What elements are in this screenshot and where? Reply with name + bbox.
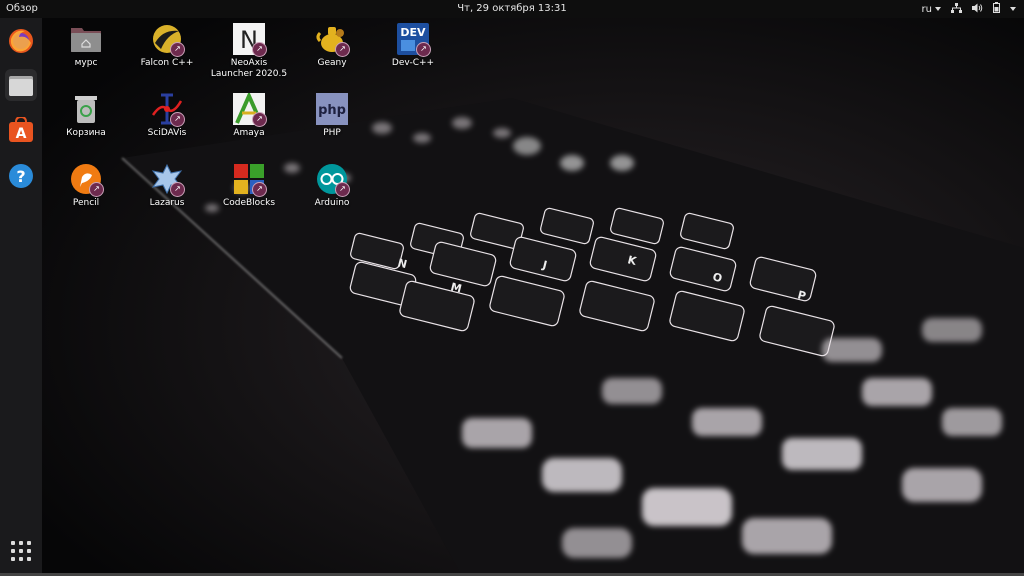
desktop-icon-label: Amaya	[233, 128, 265, 138]
desktop-icon-label: NeoAxis Launcher 2020.5	[210, 58, 288, 79]
chevron-down-icon	[935, 7, 941, 11]
desktop-icon-label: PHP	[323, 128, 341, 138]
clock[interactable]: Чт, 29 октября 13:31	[0, 3, 1024, 14]
desktop-icon-label: CodeBlocks	[222, 198, 276, 208]
volume-icon[interactable]	[972, 3, 983, 16]
svg-text:A: A	[16, 126, 27, 142]
files-icon[interactable]	[5, 69, 37, 101]
link-arrow-icon: ↗	[170, 182, 185, 197]
desktop-icon-label: Geany	[317, 58, 347, 68]
desktop-icon-label: мурс	[74, 58, 98, 68]
help-icon[interactable]: ?	[5, 160, 37, 192]
neoaxis-icon: N ↗	[232, 22, 267, 57]
show-applications-button[interactable]	[11, 541, 31, 561]
desktop-icon-arduino[interactable]: ↗ Arduino	[293, 162, 371, 209]
codeblocks-icon: ↗	[232, 162, 267, 197]
lazarus-icon: ↗	[150, 162, 185, 197]
link-arrow-icon: ↗	[335, 182, 350, 197]
scidavis-icon: ↗	[150, 92, 185, 127]
trash-icon	[69, 92, 103, 126]
desktop-icon-home[interactable]: мурс	[47, 22, 125, 69]
desktop-icon-scidavis[interactable]: ↗ SciDAVis	[128, 92, 206, 139]
keyboard-layout[interactable]: ru	[922, 4, 941, 15]
php-icon-text: php	[318, 103, 346, 118]
dock: A ?	[0, 18, 42, 576]
network-icon[interactable]	[951, 2, 962, 16]
geany-icon: ↗	[315, 22, 350, 57]
battery-icon[interactable]	[993, 2, 1000, 16]
desktop-icon-devcpp[interactable]: DEV ↗ Dev-C++	[374, 22, 452, 69]
keyboard-layout-label: ru	[921, 3, 932, 15]
desktop-icon-falcon[interactable]: ↗ Falcon C++	[128, 22, 206, 69]
link-arrow-icon: ↗	[89, 182, 104, 197]
top-bar: Обзор Чт, 29 октября 13:31 ru	[0, 0, 1024, 18]
desktop-icon-amaya[interactable]: ↗ Amaya	[210, 92, 288, 139]
desktop-icon-trash[interactable]: Корзина	[47, 92, 125, 139]
desktop-icon-geany[interactable]: ↗ Geany	[293, 22, 371, 69]
system-menu-chevron-icon[interactable]	[1010, 7, 1016, 11]
link-arrow-icon: ↗	[252, 42, 267, 57]
amaya-icon: ↗	[232, 92, 267, 127]
link-arrow-icon: ↗	[170, 42, 185, 57]
link-arrow-icon: ↗	[335, 42, 350, 57]
desktop-icon-php[interactable]: php PHP	[293, 92, 371, 139]
link-arrow-icon: ↗	[252, 112, 267, 127]
svg-text:?: ?	[16, 167, 25, 186]
desktop-icon-label: Корзина	[66, 128, 106, 138]
link-arrow-icon: ↗	[416, 42, 431, 57]
desktop-icon-label: Pencil	[72, 198, 100, 208]
arduino-icon: ↗	[315, 162, 350, 197]
link-arrow-icon: ↗	[252, 182, 267, 197]
devcpp-icon: DEV ↗	[396, 22, 431, 57]
pencil-icon: ↗	[69, 162, 104, 197]
system-tray[interactable]: ru	[922, 2, 1016, 16]
software-center-icon[interactable]: A	[5, 114, 37, 146]
desktop-icon-label: Arduino	[314, 198, 350, 208]
devcpp-icon-text: DEV	[400, 26, 426, 39]
desktop-icon-label: SciDAVis	[147, 128, 187, 138]
php-icon: php	[315, 92, 349, 126]
desktop-icon-pencil[interactable]: ↗ Pencil	[47, 162, 125, 209]
desktop-icon-neoaxis[interactable]: N ↗ NeoAxis Launcher 2020.5	[210, 22, 288, 80]
desktop-icon-label: Falcon C++	[140, 58, 194, 68]
link-arrow-icon: ↗	[170, 112, 185, 127]
home-folder-icon	[69, 22, 103, 56]
desktop-icon-lazarus[interactable]: ↗ Lazarus	[128, 162, 206, 209]
desktop-icon-label: Lazarus	[149, 198, 185, 208]
falcon-icon: ↗	[150, 22, 185, 57]
firefox-icon[interactable]	[5, 25, 37, 57]
desktop-icon-label: Dev-C++	[391, 58, 435, 68]
desktop-icon-codeblocks[interactable]: ↗ CodeBlocks	[210, 162, 288, 209]
